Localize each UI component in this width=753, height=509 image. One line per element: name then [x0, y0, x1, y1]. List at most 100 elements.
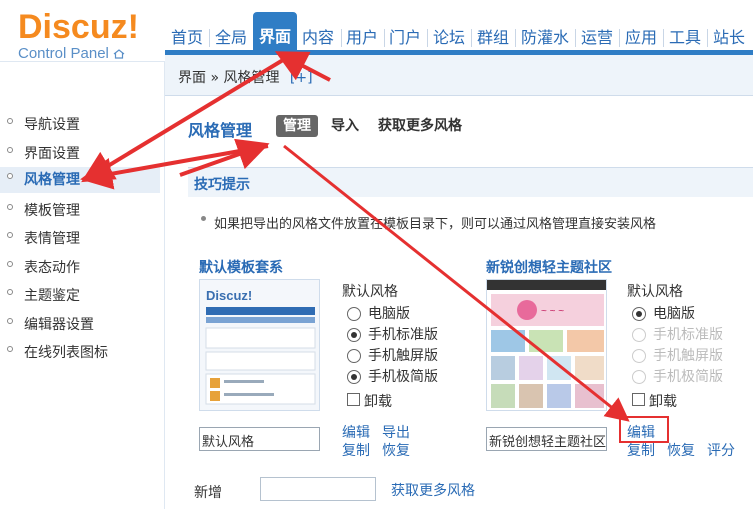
style-group-label: 默认风格: [627, 284, 683, 300]
nav-content[interactable]: 内容: [302, 26, 334, 50]
theme-title[interactable]: 默认模板套系: [199, 257, 283, 277]
logo-brand: Discuz!: [18, 8, 139, 46]
option-mobile-touch[interactable]: 手机触屏版: [342, 346, 438, 367]
theme-thumbnail[interactable]: Discuz!: [199, 279, 320, 411]
checkbox-label: 卸载: [649, 394, 677, 410]
sidebar-item-interface-settings[interactable]: 界面设置: [0, 141, 160, 167]
export-link[interactable]: 导出: [382, 422, 410, 442]
option-desktop[interactable]: 电脑版: [627, 304, 723, 325]
add-to-favorites-link[interactable]: [+]: [290, 70, 313, 86]
bullet-icon: [7, 173, 13, 179]
svg-text:~ ~ ~: ~ ~ ~: [541, 306, 564, 317]
option-mobile-minimal[interactable]: 手机极简版: [342, 367, 438, 388]
sidebar-item-emoticons[interactable]: 表情管理: [0, 226, 160, 252]
nav-separator: [707, 29, 708, 47]
nav-users[interactable]: 用户: [346, 26, 378, 50]
nav-groups[interactable]: 群组: [477, 26, 509, 50]
nav-portal[interactable]: 门户: [389, 26, 421, 50]
option-label: 手机触屏版: [653, 348, 723, 364]
checkbox[interactable]: [347, 393, 360, 406]
sidebar-item-label: 在线列表图标: [24, 345, 108, 361]
tips-title: 技巧提示: [194, 177, 250, 193]
svg-text:Discuz!: Discuz!: [206, 288, 252, 303]
checkbox-label: 卸载: [364, 394, 392, 410]
radio-button[interactable]: [347, 370, 361, 384]
nav-admin[interactable]: 站长: [713, 26, 745, 50]
sidebar-item-label: 表情管理: [24, 231, 80, 247]
theme-name-input[interactable]: 默认风格: [199, 427, 320, 451]
option-mobile-touch: 手机触屏版: [627, 346, 723, 367]
copy-link[interactable]: 复制: [342, 440, 370, 460]
nav-forum[interactable]: 论坛: [433, 26, 465, 50]
restore-link[interactable]: 恢复: [382, 440, 410, 460]
breadcrumb-bar: 界面 » 风格管理 [+]: [165, 55, 753, 96]
nav-interface[interactable]: 界面: [253, 12, 297, 50]
logo-sub-text: Control Panel: [18, 45, 109, 62]
logo[interactable]: Discuz! Control Panel: [18, 10, 139, 62]
nav-operations[interactable]: 运营: [581, 26, 613, 50]
nav-separator: [471, 29, 472, 47]
checkbox[interactable]: [632, 393, 645, 406]
theme-preview-image: ~ ~ ~: [487, 280, 606, 410]
radio-button: [632, 328, 646, 342]
option-label: 手机标准版: [368, 327, 438, 343]
tab-import[interactable]: 导入: [331, 115, 359, 137]
edit-link[interactable]: 编辑: [342, 422, 370, 442]
rate-link[interactable]: 评分: [707, 440, 735, 460]
sidebar-item-navigation[interactable]: 导航设置: [0, 112, 160, 138]
get-more-styles-link[interactable]: 获取更多风格: [391, 480, 475, 500]
nav-separator: [515, 29, 516, 47]
bullet-icon: [7, 147, 13, 153]
tab-manage[interactable]: 管理: [276, 115, 318, 137]
theme-thumbnail[interactable]: ~ ~ ~: [486, 279, 607, 411]
sidebar-item-online-list-icons[interactable]: 在线列表图标: [0, 340, 160, 366]
radio-button[interactable]: [347, 307, 361, 321]
radio-button[interactable]: [347, 349, 361, 363]
bullet-icon: [201, 216, 206, 221]
radio-button: [632, 370, 646, 384]
style-group-label: 默认风格: [342, 284, 398, 300]
main-content: 风格管理 管理 导入 获取更多风格 技巧提示 如果把导出的风格文件放置在模板目录…: [166, 97, 753, 509]
sidebar: 导航设置 界面设置 风格管理 模板管理 表情管理 表态动作 主题鉴定 编辑器设置…: [0, 62, 165, 509]
option-desktop[interactable]: 电脑版: [342, 304, 438, 325]
sidebar-item-label: 界面设置: [24, 146, 80, 162]
nav-home[interactable]: 首页: [171, 26, 203, 50]
uninstall-checkbox[interactable]: 卸载: [627, 391, 677, 411]
sidebar-item-thread-stamps[interactable]: 主题鉴定: [0, 283, 160, 309]
uninstall-checkbox[interactable]: 卸载: [342, 391, 392, 411]
breadcrumb: 界面 » 风格管理 [+]: [178, 67, 313, 87]
option-mobile-standard: 手机标准版: [627, 325, 723, 346]
copy-link[interactable]: 复制: [627, 440, 655, 460]
sidebar-item-reactions[interactable]: 表态动作: [0, 255, 160, 281]
tips-header: 技巧提示: [188, 167, 753, 197]
option-mobile-standard[interactable]: 手机标准版: [342, 325, 438, 346]
bullet-icon: [7, 346, 13, 352]
theme-title[interactable]: 新锐创想轻主题社区: [486, 257, 612, 277]
nav-separator: [427, 29, 428, 47]
nav-separator: [575, 29, 576, 47]
option-label: 手机标准版: [653, 327, 723, 343]
sidebar-item-editor-settings[interactable]: 编辑器设置: [0, 312, 160, 338]
tab-get-more-styles[interactable]: 获取更多风格: [378, 115, 462, 137]
nav-separator: [384, 29, 385, 47]
new-label: 新增: [194, 485, 222, 501]
option-mobile-minimal: 手机极简版: [627, 367, 723, 388]
sidebar-item-template-management[interactable]: 模板管理: [0, 198, 160, 224]
sidebar-item-label: 主题鉴定: [24, 288, 80, 304]
sidebar-item-label: 编辑器设置: [24, 317, 94, 333]
sidebar-item-label: 表态动作: [24, 260, 80, 276]
radio-button[interactable]: [347, 328, 361, 342]
radio-button[interactable]: [632, 307, 646, 321]
restore-link[interactable]: 恢复: [667, 440, 695, 460]
sidebar-item-style-management[interactable]: 风格管理: [0, 167, 160, 193]
nav-apps[interactable]: 应用: [625, 26, 657, 50]
nav-antispam[interactable]: 防灌水: [521, 26, 569, 50]
radio-button: [632, 349, 646, 363]
header: Discuz! Control Panel 首页 全局 界面 内容 用户 门户 …: [0, 0, 753, 62]
option-label: 电脑版: [653, 306, 695, 322]
theme-preview-image: Discuz!: [200, 280, 319, 410]
nav-tools[interactable]: 工具: [669, 26, 701, 50]
new-style-input[interactable]: [260, 477, 376, 501]
nav-global[interactable]: 全局: [215, 26, 247, 50]
theme-name-input[interactable]: 新锐创想轻主题社区: [486, 427, 607, 451]
